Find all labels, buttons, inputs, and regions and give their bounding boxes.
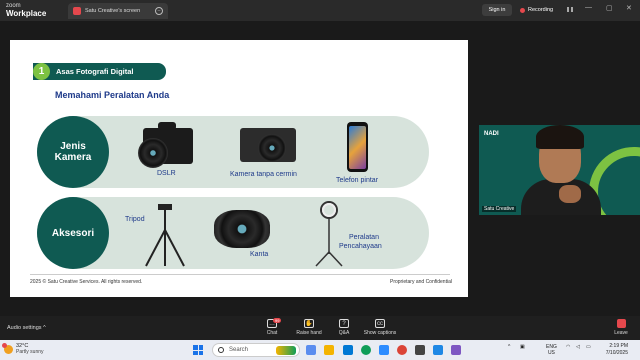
footer-divider xyxy=(30,274,450,275)
windows-taskbar: 32°C Partly sunny Search ^ ▣ ENG US ◠ ◁ … xyxy=(0,340,640,360)
leave-icon xyxy=(616,319,626,328)
settings-icon[interactable] xyxy=(451,345,461,355)
battery-icon[interactable]: ▭ xyxy=(586,344,591,350)
close-icon[interactable]: ✕ xyxy=(626,4,632,12)
participant-hair xyxy=(536,125,584,149)
file-explorer-icon[interactable] xyxy=(324,345,334,355)
minimize-icon[interactable]: — xyxy=(585,4,592,11)
app-brand: zoom Workplace xyxy=(6,2,46,18)
search-placeholder: Search xyxy=(229,347,249,353)
record-dot-icon xyxy=(520,7,525,13)
camera-types-circle: Jenis Kamera xyxy=(37,116,109,188)
section-title: Asas Fotografi Digital xyxy=(56,67,134,76)
participant-hand xyxy=(559,185,581,203)
background-logo-text: NADI xyxy=(484,131,499,137)
captions-icon: cc xyxy=(375,319,385,328)
meeting-toolbar: Audio settings ^ … 99 Chat ✋ Raise hand … xyxy=(0,316,640,340)
app-icon[interactable] xyxy=(415,345,425,355)
hand-icon: ✋ xyxy=(304,319,314,328)
clock-date: 7/10/2025 xyxy=(605,350,628,356)
dslr-label: DSLR xyxy=(157,170,176,177)
leave-label: Leave xyxy=(614,330,628,336)
audio-settings-label: Audio settings xyxy=(7,325,42,331)
zoom-app-icon[interactable] xyxy=(379,345,389,355)
accessories-circle: Aksesori xyxy=(37,197,109,269)
store-icon[interactable] xyxy=(343,345,353,355)
ring-light-icon xyxy=(315,201,343,267)
share-favicon-icon xyxy=(73,7,81,15)
taskbar-clock[interactable]: 2:19 PM 7/10/2025 xyxy=(598,343,628,357)
search-icon xyxy=(218,347,224,353)
volume-icon[interactable]: ◁ xyxy=(576,344,580,350)
wifi-icon[interactable]: ◠ xyxy=(566,344,570,350)
chrome-icon[interactable] xyxy=(397,345,407,355)
chat-label: Chat xyxy=(266,330,278,336)
search-highlight-image xyxy=(276,346,296,355)
participant-name: Satu Creative xyxy=(482,206,517,212)
recording-label: Recording xyxy=(528,7,554,13)
weather-description: Partly sunny xyxy=(16,349,44,355)
screen-share-tab[interactable]: Satu Creative's screen – xyxy=(68,3,168,19)
zoom-window: zoom Workplace Satu Creative's screen – … xyxy=(0,0,640,360)
captions-label: Show captions xyxy=(363,330,397,336)
taskbar-search[interactable]: Search xyxy=(212,343,300,357)
sign-in-button[interactable]: Sign in xyxy=(482,4,512,16)
lens-label: Kanta xyxy=(250,251,269,258)
photos-icon[interactable] xyxy=(433,345,443,355)
clock-time: 2:19 PM xyxy=(609,343,628,349)
slide-subtitle: Memahami Peralatan Anda xyxy=(55,90,170,100)
task-view-icon[interactable] xyxy=(306,345,316,355)
footer-confidential: Proprietary and Confidential xyxy=(390,279,452,285)
section-number: 1 xyxy=(33,63,50,80)
language-bottom: US xyxy=(547,350,555,356)
windows-start-icon[interactable] xyxy=(193,345,203,355)
audio-settings-button[interactable]: Audio settings ^ xyxy=(7,325,46,331)
tripod-icon xyxy=(145,204,185,267)
accessories-title: Aksesori xyxy=(51,227,95,239)
participant-video[interactable]: NADI Satu Creative xyxy=(479,125,640,215)
qa-icon: ? xyxy=(339,319,349,328)
lens-icon xyxy=(214,210,270,248)
qa-label: Q&A xyxy=(338,330,350,336)
lighting-label-line2: Pencahayaan xyxy=(339,243,382,250)
weather-widget[interactable]: 32°C Partly sunny xyxy=(2,342,44,355)
lighting-label-line1: Peralatan xyxy=(349,234,379,241)
smartphone-label: Telefon pintar xyxy=(336,177,379,184)
brand-workplace: Workplace xyxy=(6,9,47,18)
footer-copyright: 2025 © Satu Creative Services. All right… xyxy=(30,279,143,285)
leave-button[interactable]: Leave xyxy=(610,319,632,336)
edge-icon[interactable] xyxy=(361,345,371,355)
recording-indicator[interactable]: Recording xyxy=(520,4,553,16)
mirrorless-label: Kamera tanpa cermin xyxy=(230,171,297,178)
tray-app-icon[interactable]: ▣ xyxy=(520,344,525,350)
tab-label: Satu Creative's screen xyxy=(85,8,141,14)
weather-alert-icon xyxy=(2,342,7,348)
maximize-icon[interactable]: ▢ xyxy=(606,4,613,12)
show-captions-button[interactable]: cc Show captions xyxy=(358,319,402,336)
title-bar: zoom Workplace Satu Creative's screen – … xyxy=(0,0,640,21)
tab-close-icon[interactable]: – xyxy=(155,7,163,15)
pause-recording-icon[interactable] xyxy=(567,7,573,12)
weather-sun-icon xyxy=(2,342,13,354)
shared-slide: 1 Asas Fotografi Digital Memahami Perala… xyxy=(10,40,468,297)
language-indicator[interactable]: ENG US xyxy=(546,344,557,356)
chat-unread-badge: 99 xyxy=(273,318,282,323)
tray-chevron-icon[interactable]: ^ xyxy=(508,344,510,350)
camera-types-title: Jenis Kamera xyxy=(54,141,92,163)
raise-hand-label: Raise hand xyxy=(296,330,322,336)
